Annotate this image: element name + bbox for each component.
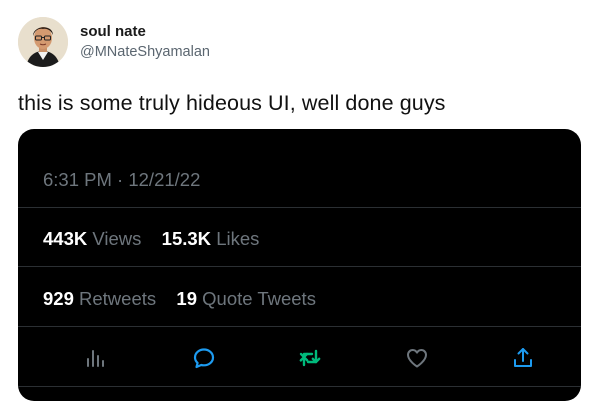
tweet-date[interactable]: 12/21/22 (128, 169, 200, 190)
avatar[interactable] (18, 17, 68, 67)
timestamp-row: 6:31 PM · 12/21/22 (43, 169, 581, 191)
retweet-button[interactable] (294, 342, 326, 374)
author-name[interactable]: soul nate (80, 23, 146, 40)
likes-stat[interactable]: 15.3K Likes (162, 228, 260, 249)
views-likes-row: 443K Views 15.3K Likes (43, 228, 581, 250)
analytics-icon (87, 350, 104, 367)
divider (18, 326, 581, 327)
likes-count: 15.3K (161, 228, 212, 249)
retweets-stat[interactable]: 929 Retweets (43, 288, 161, 309)
tweet-time[interactable]: 6:31 PM (43, 169, 112, 190)
analytics-button[interactable] (79, 342, 111, 374)
like-button[interactable] (401, 342, 433, 374)
divider (18, 266, 581, 267)
views-count: 443K (43, 228, 88, 249)
avatar-illustration (18, 17, 68, 67)
quote-tweets-label: Quote Tweets (202, 288, 316, 309)
tweet-text: this is some truly hideous UI, well done… (18, 91, 446, 115)
tweet-stats-card: 6:31 PM · 12/21/22 443K Views 15.3K Like… (18, 129, 581, 401)
tweet-header: soul nate @MNateShyamalan (18, 17, 578, 69)
timestamp-separator: · (117, 169, 124, 190)
share-icon (514, 348, 532, 367)
divider (18, 207, 581, 208)
author-handle[interactable]: @MNateShyamalan (80, 44, 210, 60)
quote-tweets-stat[interactable]: 19 Quote Tweets (176, 288, 316, 309)
reply-icon (193, 348, 215, 369)
retweet-icon (299, 349, 321, 367)
retweets-label: Retweets (79, 288, 157, 309)
retweets-quotes-row: 929 Retweets 19 Quote Tweets (43, 288, 581, 310)
retweets-count: 929 (43, 288, 74, 309)
tweet-actions (18, 342, 581, 374)
likes-label: Likes (216, 228, 260, 249)
reply-button[interactable] (188, 342, 220, 374)
views-label: Views (92, 228, 142, 249)
share-button[interactable] (507, 342, 539, 374)
divider (18, 386, 581, 387)
views-stat[interactable]: 443K Views (43, 228, 147, 249)
quote-tweets-count: 19 (176, 288, 197, 309)
like-icon (407, 349, 427, 368)
